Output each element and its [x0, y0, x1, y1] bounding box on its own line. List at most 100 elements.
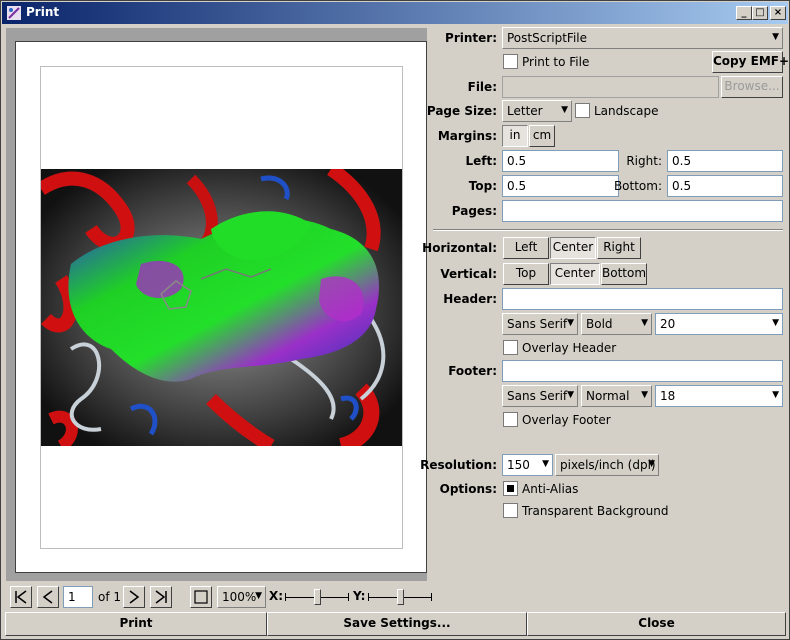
fit-page-button[interactable] [190, 586, 212, 608]
save-settings-button[interactable]: Save Settings... [267, 612, 527, 636]
close-button[interactable]: Close [527, 612, 786, 636]
next-page-button[interactable] [123, 586, 145, 608]
options-label: Options: [439, 482, 497, 496]
margin-bottom-label: Bottom: [613, 179, 662, 193]
maximize-button[interactable]: □ [752, 6, 768, 20]
margin-right-field[interactable]: 0.5 [667, 150, 783, 172]
footer-font-value: Sans Serif [507, 389, 568, 403]
print-to-file-label: Print to File [522, 55, 590, 69]
print-dialog: Print _ □ × Printer: PostScriptFile ▼ Pr… [0, 0, 790, 640]
horizontal-center-button[interactable]: Center [550, 237, 596, 259]
last-page-icon [155, 590, 167, 604]
landscape-checkbox[interactable] [575, 103, 590, 118]
chevron-down-icon: ▼ [648, 459, 655, 469]
print-button[interactable]: Print [5, 612, 267, 636]
resolution-label: Resolution: [420, 458, 497, 472]
unit-cm-button[interactable]: cm [529, 125, 555, 147]
close-window-button[interactable]: × [770, 6, 786, 20]
resolution-unit-value: pixels/inch (dpi) [560, 458, 656, 472]
anti-alias-checkbox[interactable] [503, 481, 518, 496]
page-number-field[interactable]: 1 [63, 586, 93, 608]
transparent-background-checkbox[interactable] [503, 503, 518, 518]
anti-alias-label: Anti-Alias [522, 482, 579, 496]
app-icon [7, 6, 21, 20]
page-size-label: Page Size: [426, 104, 497, 118]
header-field[interactable] [502, 288, 783, 310]
margins-label: Margins: [437, 129, 497, 143]
page-size-value: Letter [507, 104, 543, 118]
window-title: Print [26, 5, 60, 19]
prev-page-button[interactable] [37, 586, 59, 608]
margin-top-label: Top: [468, 179, 497, 193]
header-style-value: Bold [586, 317, 613, 331]
resolution-unit-select[interactable]: pixels/inch (dpi) ▼ [555, 454, 659, 476]
header-font-select[interactable]: Sans Serif ▼ [502, 313, 578, 335]
chevron-down-icon: ▼ [641, 390, 648, 400]
x-slider[interactable] [285, 589, 349, 605]
horizontal-left-button[interactable]: Left [503, 237, 549, 259]
vertical-center-button[interactable]: Center [550, 263, 600, 285]
separator [433, 229, 783, 231]
margin-bottom-field[interactable]: 0.5 [667, 175, 783, 197]
vertical-bottom-button[interactable]: Bottom [601, 263, 647, 285]
margin-left-label: Left: [465, 154, 497, 168]
horizontal-right-button[interactable]: Right [597, 237, 641, 259]
chevron-down-icon: ▼ [772, 390, 779, 400]
header-style-select[interactable]: Bold ▼ [581, 313, 652, 335]
vertical-top-button[interactable]: Top [503, 263, 549, 285]
copy-emf-button[interactable]: Copy EMF+ [712, 51, 789, 73]
footer-font-select[interactable]: Sans Serif ▼ [502, 385, 578, 407]
chevron-down-icon: ▼ [567, 390, 574, 400]
margin-top-field[interactable]: 0.5 [502, 175, 619, 197]
y-slider-thumb[interactable] [397, 589, 404, 605]
footer-size-value: 18 [660, 389, 676, 403]
margin-right-label: Right: [626, 154, 662, 168]
footer-field[interactable] [502, 360, 783, 382]
zoom-select[interactable]: 100% ▼ [217, 586, 266, 608]
chevron-down-icon: ▼ [772, 318, 779, 328]
unit-in-button[interactable]: in [502, 125, 528, 147]
browse-button[interactable]: Browse... [721, 76, 783, 98]
printer-value: PostScriptFile [507, 31, 587, 45]
page-count-label: of 1 [98, 590, 122, 604]
pages-label: Pages: [451, 204, 497, 218]
x-slider-label: X: [269, 589, 284, 603]
chevron-down-icon: ▼ [567, 318, 574, 328]
zoom-value: 100% [222, 590, 257, 604]
chevron-down-icon: ▼ [542, 459, 549, 469]
chevron-down-icon: ▼ [772, 32, 779, 42]
printer-select[interactable]: PostScriptFile ▼ [502, 27, 783, 49]
overlay-footer-checkbox[interactable] [503, 412, 518, 427]
resolution-select[interactable]: 150 ▼ [502, 454, 553, 476]
print-to-file-checkbox[interactable] [503, 54, 518, 69]
header-size-select[interactable]: 20 ▼ [655, 313, 783, 335]
printer-label: Printer: [445, 31, 497, 45]
chevron-down-icon: ▼ [561, 105, 568, 115]
first-page-button[interactable] [10, 586, 32, 608]
title-bar[interactable]: Print _ □ × [2, 2, 788, 24]
molecule-image [41, 169, 402, 446]
file-field[interactable] [502, 76, 719, 98]
header-size-value: 20 [660, 317, 676, 331]
next-page-icon [129, 590, 140, 604]
margin-left-field[interactable]: 0.5 [502, 150, 619, 172]
x-slider-thumb[interactable] [314, 589, 321, 605]
y-slider-label: Y: [353, 589, 366, 603]
prev-page-icon [42, 590, 53, 604]
footer-style-select[interactable]: Normal ▼ [581, 385, 652, 407]
y-slider[interactable] [368, 589, 432, 605]
minimize-button[interactable]: _ [736, 6, 752, 20]
pages-field[interactable] [502, 200, 783, 222]
footer-size-select[interactable]: 18 ▼ [655, 385, 783, 407]
transparent-background-label: Transparent Background [522, 504, 669, 518]
chevron-down-icon: ▼ [641, 318, 648, 328]
page-size-select[interactable]: Letter ▼ [502, 100, 572, 122]
resolution-value: 150 [507, 458, 530, 472]
overlay-header-label: Overlay Header [522, 341, 617, 355]
last-page-button[interactable] [150, 586, 172, 608]
file-label: File: [467, 80, 497, 94]
overlay-header-checkbox[interactable] [503, 340, 518, 355]
overlay-footer-label: Overlay Footer [522, 413, 611, 427]
footer-label: Footer: [448, 364, 497, 378]
horizontal-label: Horizontal: [422, 241, 497, 255]
